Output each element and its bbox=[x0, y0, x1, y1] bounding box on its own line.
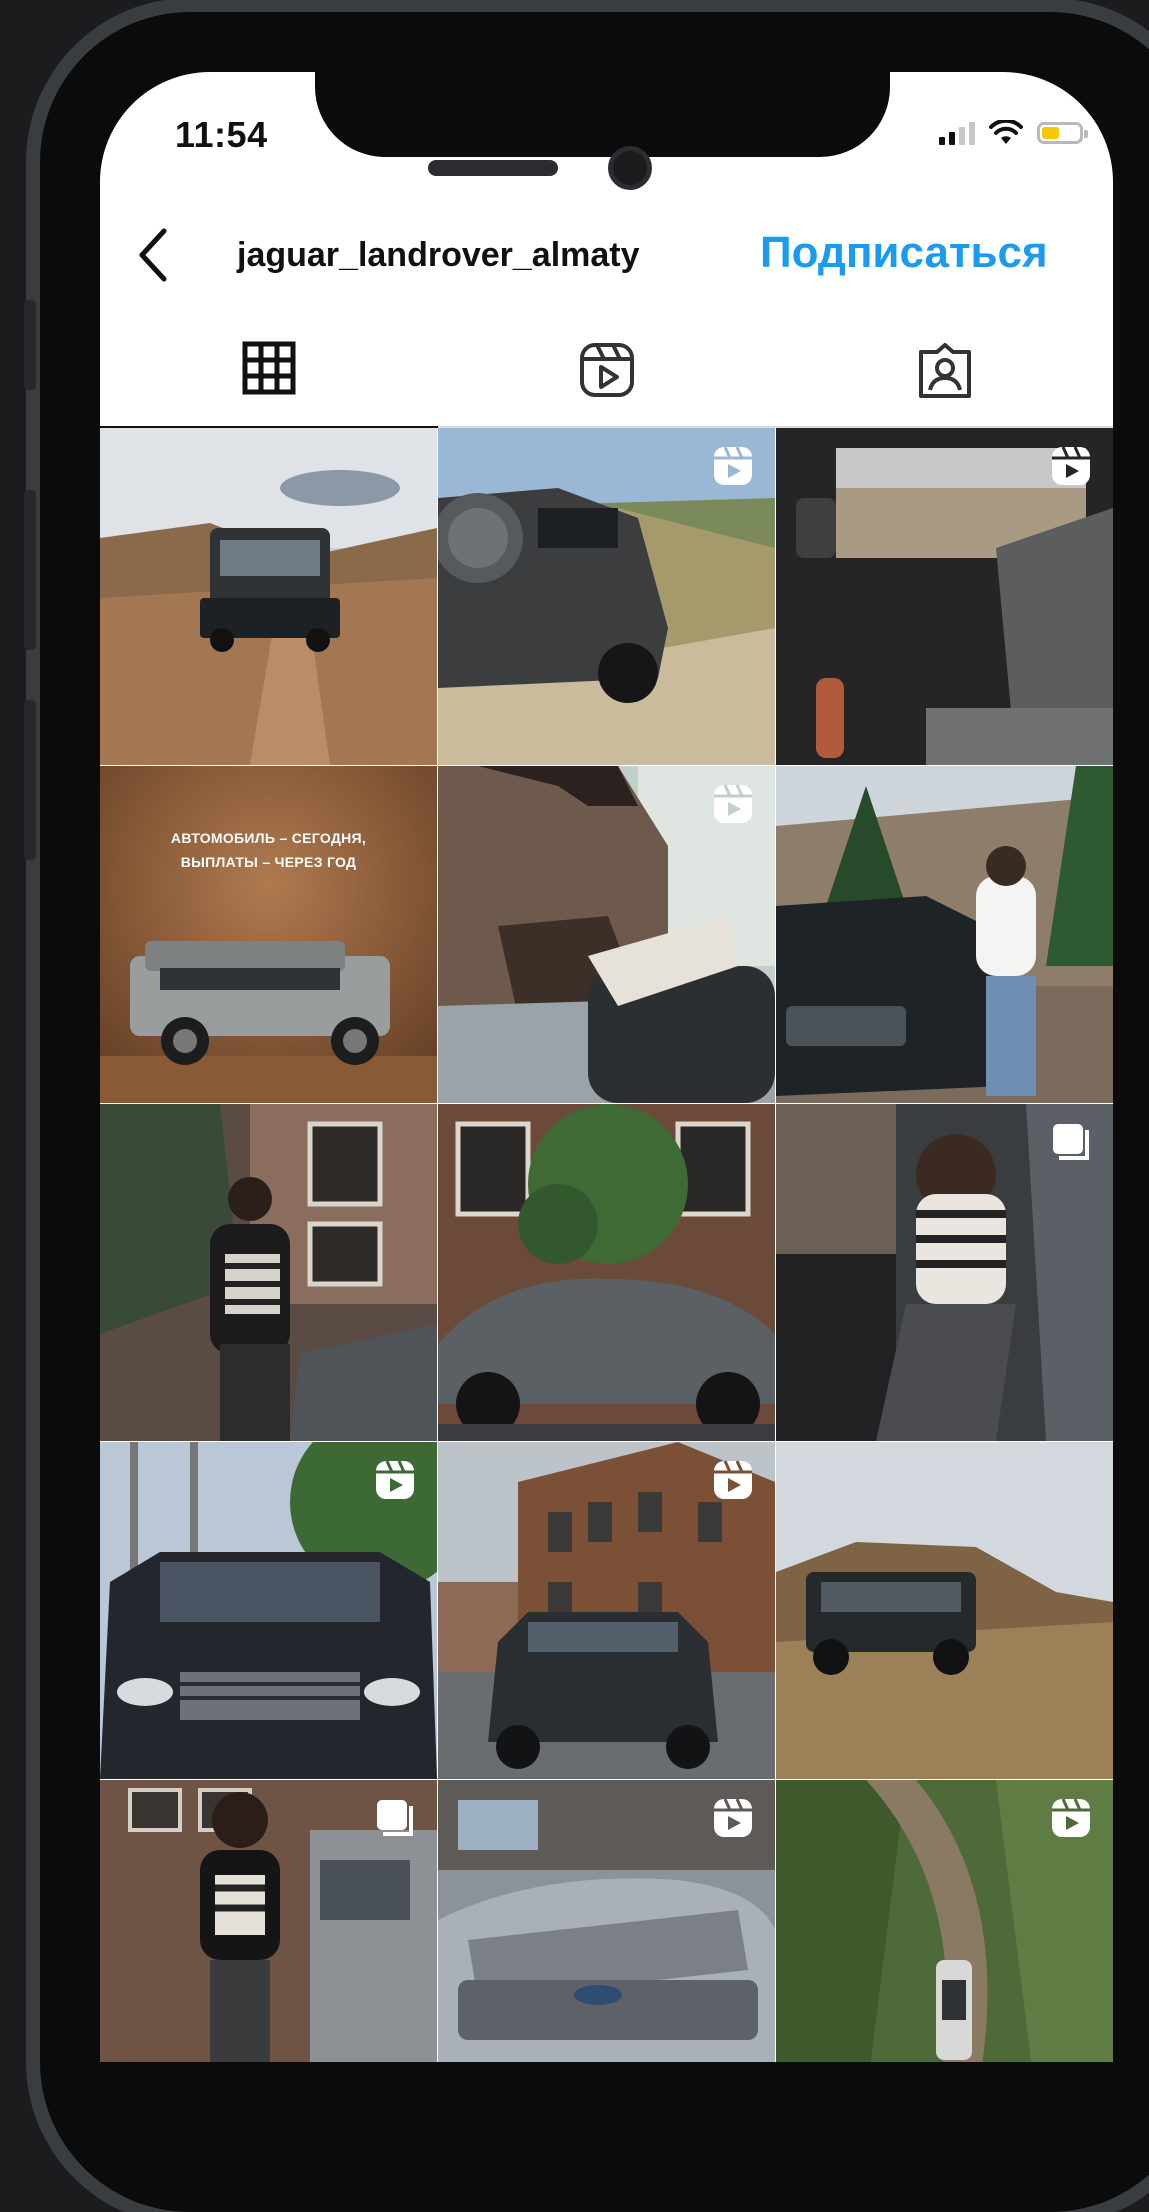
reel-icon bbox=[376, 1460, 414, 1499]
reel-badge bbox=[711, 1458, 755, 1507]
reel-badge bbox=[1049, 1796, 1093, 1845]
tagged-icon bbox=[919, 343, 971, 398]
profile-header: jaguar_landrover_almaty Подписаться bbox=[100, 210, 1113, 300]
post-tile[interactable] bbox=[776, 1780, 1113, 2062]
post-tile[interactable] bbox=[438, 766, 775, 1103]
battery-level bbox=[1042, 127, 1060, 139]
status-time: 11:54 bbox=[175, 114, 268, 155]
grid-icon bbox=[242, 341, 296, 395]
volume-up-button bbox=[24, 490, 36, 650]
post-tile[interactable] bbox=[776, 1442, 1113, 1779]
profile-username: jaguar_landrover_almaty bbox=[237, 236, 640, 274]
post-tile[interactable] bbox=[776, 428, 1113, 765]
post-image bbox=[776, 1442, 1113, 1779]
post-tile[interactable] bbox=[100, 1442, 437, 1779]
reel-badge bbox=[373, 1458, 417, 1507]
tab-posts-grid[interactable] bbox=[100, 332, 438, 428]
tab-tagged[interactable] bbox=[776, 332, 1113, 426]
post-image bbox=[100, 428, 437, 765]
cellular-signal-icon bbox=[939, 121, 975, 145]
promo-headline-line1: АВТОМОБИЛЬ – СЕГОДНЯ, bbox=[170, 830, 367, 846]
post-image bbox=[100, 1104, 437, 1441]
post-tile[interactable] bbox=[438, 428, 775, 765]
carousel-icon bbox=[1053, 1124, 1089, 1160]
carousel-badge bbox=[1049, 1120, 1093, 1169]
reel-icon bbox=[714, 1798, 752, 1837]
post-tile[interactable] bbox=[776, 1104, 1113, 1441]
reel-icon bbox=[714, 446, 752, 485]
post-tile[interactable] bbox=[100, 1104, 437, 1441]
notch bbox=[315, 72, 890, 157]
post-tile[interactable] bbox=[438, 1442, 775, 1779]
post-tile[interactable] bbox=[776, 766, 1113, 1103]
front-camera bbox=[608, 146, 652, 190]
volume-down-button bbox=[24, 700, 36, 860]
promo-headline: АВТОМОБИЛЬ – СЕГОДНЯ, ВЫПЛАТЫ – ЧЕРЕЗ ГО… bbox=[100, 826, 437, 874]
carousel-badge bbox=[373, 1796, 417, 1845]
post-tile[interactable] bbox=[438, 1780, 775, 2062]
post-tile[interactable] bbox=[100, 1780, 437, 2062]
post-image bbox=[776, 766, 1113, 1103]
reel-icon bbox=[1052, 1798, 1090, 1837]
wifi-icon bbox=[989, 120, 1023, 144]
post-image bbox=[100, 766, 437, 1103]
profile-tabs bbox=[100, 332, 1113, 428]
status-icons bbox=[939, 120, 1088, 146]
promo-headline-line2: ВЫПЛАТЫ – ЧЕРЕЗ ГОД bbox=[180, 854, 357, 870]
reel-badge bbox=[711, 782, 755, 831]
post-tile[interactable] bbox=[438, 1104, 775, 1441]
reel-badge bbox=[711, 444, 755, 493]
reel-badge bbox=[1049, 444, 1093, 493]
reel-icon bbox=[714, 1460, 752, 1499]
follow-button[interactable]: Подписаться bbox=[760, 228, 1048, 278]
post-tile[interactable] bbox=[100, 428, 437, 765]
phone-screen: 11:54 jaguar_landrover_almaty Подписатьс… bbox=[100, 72, 1113, 2062]
carousel-icon bbox=[377, 1800, 413, 1836]
speaker-grille bbox=[428, 160, 558, 176]
chevron-left-icon bbox=[139, 228, 167, 282]
post-tile-promo[interactable]: АВТОМОБИЛЬ – СЕГОДНЯ, ВЫПЛАТЫ – ЧЕРЕЗ ГО… bbox=[100, 766, 437, 1103]
reels-icon bbox=[580, 343, 634, 397]
reel-icon bbox=[714, 784, 752, 823]
back-button[interactable] bbox=[128, 220, 178, 290]
reel-badge bbox=[711, 1796, 755, 1845]
battery-icon bbox=[1037, 122, 1088, 144]
posts-grid: АВТОМОБИЛЬ – СЕГОДНЯ, ВЫПЛАТЫ – ЧЕРЕЗ ГО… bbox=[100, 428, 1113, 2062]
reel-icon bbox=[1052, 446, 1090, 485]
post-image bbox=[438, 1104, 775, 1441]
mute-switch bbox=[24, 300, 36, 390]
tab-reels[interactable] bbox=[438, 332, 776, 426]
